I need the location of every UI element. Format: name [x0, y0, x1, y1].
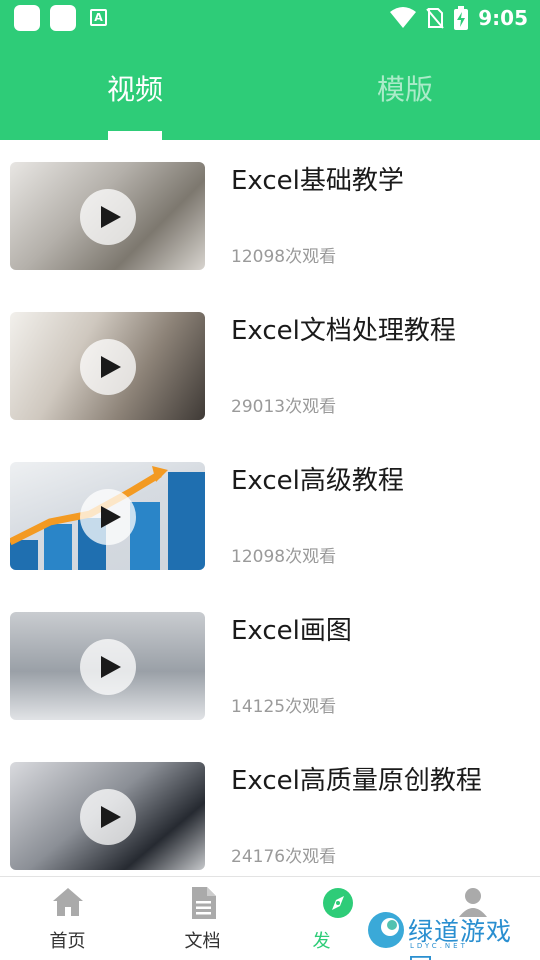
nav-label-document: 文档 — [184, 931, 221, 952]
play-icon[interactable] — [80, 489, 136, 545]
list-item[interactable]: Excel画图 14125次观看 — [0, 590, 540, 740]
list-item[interactable]: Excel基础教学 12098次观看 — [0, 140, 540, 290]
home-icon — [52, 888, 83, 916]
nav-label-home: 首页 — [49, 931, 86, 952]
watermark-subtext: LDYC.NET — [410, 942, 468, 950]
video-title: Excel基础教学 — [231, 166, 404, 196]
video-title: Excel文档处理教程 — [231, 316, 456, 346]
nav-item-document[interactable]: 文档 — [135, 877, 270, 960]
nav-item-home[interactable]: 首页 — [0, 877, 135, 960]
video-thumbnail[interactable] — [10, 312, 205, 420]
view-count: 12098次观看 — [231, 547, 337, 567]
watermark-logo-icon — [368, 912, 404, 948]
tab-template[interactable]: 模版 — [270, 68, 540, 108]
video-title: Excel画图 — [231, 616, 352, 646]
video-title: Excel高质量原创教程 — [231, 766, 482, 796]
status-time: 9:05 — [478, 6, 528, 30]
app-square-icon — [50, 5, 76, 31]
view-count: 14125次观看 — [231, 697, 337, 717]
discover-compass-icon — [322, 888, 353, 918]
view-count: 29013次观看 — [231, 397, 337, 417]
watermark-logo: 绿道游戏园 LDYC.NET — [366, 906, 536, 960]
watermark-text: 绿道游戏园 — [408, 917, 513, 960]
list-item[interactable]: Excel高质量原创教程 24176次观看 — [0, 740, 540, 890]
app-header: A 9:05 视频 模版 — [0, 0, 540, 140]
play-icon[interactable] — [80, 639, 136, 695]
video-thumbnail[interactable] — [10, 612, 205, 720]
tab-bar: 视频 模版 — [0, 56, 540, 140]
play-icon[interactable] — [80, 339, 136, 395]
play-icon[interactable] — [80, 189, 136, 245]
list-item[interactable]: Excel文档处理教程 29013次观看 — [0, 290, 540, 440]
video-thumbnail[interactable] — [10, 762, 205, 870]
play-icon[interactable] — [80, 789, 136, 845]
list-item[interactable]: Excel高级教程 12098次观看 — [0, 440, 540, 590]
video-title: Excel高级教程 — [231, 466, 404, 496]
app-square-icon — [14, 5, 40, 31]
battery-charging-icon — [454, 6, 469, 30]
view-count: 24176次观看 — [231, 847, 337, 867]
video-thumbnail[interactable] — [10, 462, 205, 570]
no-sim-icon — [426, 8, 445, 29]
status-bar: A 9:05 — [0, 0, 540, 36]
wifi-icon — [390, 7, 417, 28]
video-thumbnail[interactable] — [10, 162, 205, 270]
tab-video[interactable]: 视频 — [0, 68, 270, 108]
tab-indicator — [108, 131, 162, 140]
document-icon — [191, 887, 216, 919]
view-count: 12098次观看 — [231, 247, 337, 267]
accessibility-a-icon: A — [90, 9, 107, 26]
